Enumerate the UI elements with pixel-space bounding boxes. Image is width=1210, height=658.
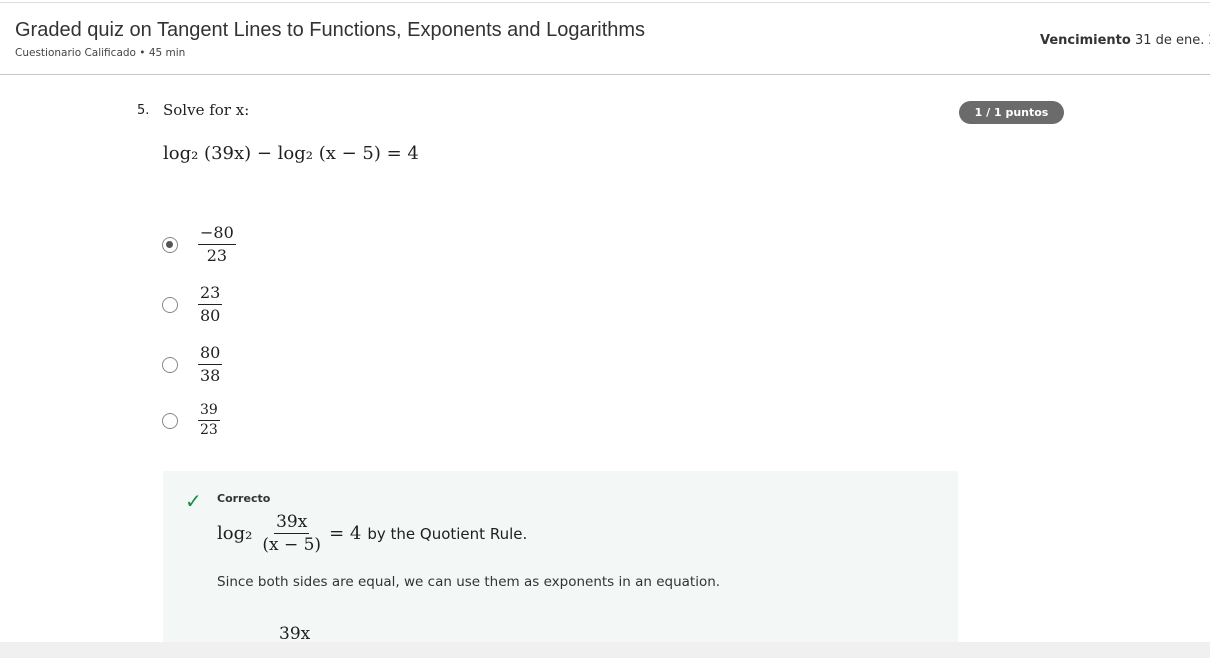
due-date: Vencimiento 31 de ene. 2 xyxy=(1040,33,1210,48)
quiz-subtitle: Cuestionario Calificado • 45 min xyxy=(15,47,186,59)
question-equation: log₂ (39x) − log₂ (x − 5) = 4 xyxy=(163,143,419,164)
due-value: 31 de ene. 2 xyxy=(1134,33,1210,48)
rhs: = 4 xyxy=(329,523,362,544)
due-label: Vencimiento xyxy=(1040,33,1131,48)
radio-button[interactable] xyxy=(162,296,178,313)
answer-option[interactable]: −80 23 xyxy=(162,222,236,267)
radio-button[interactable] xyxy=(162,356,178,373)
checkmark-icon: ✓ xyxy=(185,489,202,513)
denominator: 23 xyxy=(206,246,228,265)
answer-option[interactable]: 23 80 xyxy=(162,282,223,327)
numerator: 23 xyxy=(198,282,223,305)
log-term: log₂ xyxy=(217,523,253,544)
numerator: −80 xyxy=(198,222,236,245)
denominator: 23 xyxy=(200,422,218,438)
radio-button[interactable] xyxy=(162,236,178,253)
answer-option[interactable]: 80 38 xyxy=(162,342,223,387)
question-number: 5. xyxy=(137,103,150,118)
denominator: (x − 5) xyxy=(262,535,322,555)
numerator: 39x xyxy=(274,512,310,534)
feedback-explanation: Since both sides are equal, we can use t… xyxy=(217,574,721,590)
quiz-header: Graded quiz on Tangent Lines to Function… xyxy=(0,3,1210,75)
denominator: 38 xyxy=(200,366,221,385)
page-title: Graded quiz on Tangent Lines to Function… xyxy=(15,19,646,41)
feedback-panel: ✓ Correcto log₂ 39x (x − 5) = 4 by the Qu… xyxy=(163,471,958,646)
rule-text: by the Quotient Rule. xyxy=(367,524,528,543)
score-badge: 1 / 1 puntos xyxy=(959,101,1064,124)
bottom-scroll-area xyxy=(0,642,1210,658)
question-prompt: Solve for x: xyxy=(163,101,250,119)
numerator: 39 xyxy=(198,401,220,421)
feedback-status: Correcto xyxy=(217,492,271,505)
feedback-partial-equation: 39x xyxy=(279,624,311,644)
feedback-equation: log₂ 39x (x − 5) = 4 by the Quotient Rule… xyxy=(217,511,527,556)
denominator: 80 xyxy=(200,306,221,325)
answer-option[interactable]: 39 23 xyxy=(162,401,220,440)
radio-button[interactable] xyxy=(162,412,178,429)
numerator: 80 xyxy=(198,342,223,365)
